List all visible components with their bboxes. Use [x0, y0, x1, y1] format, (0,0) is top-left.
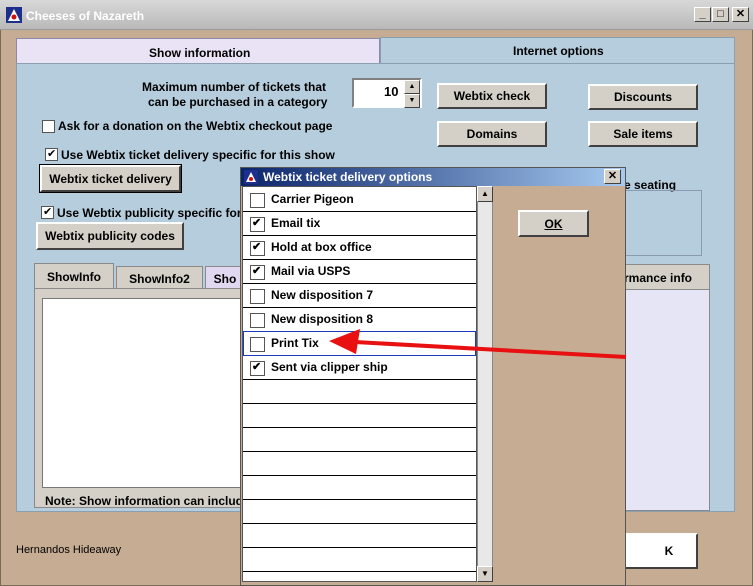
annotation-arrow	[329, 329, 627, 359]
